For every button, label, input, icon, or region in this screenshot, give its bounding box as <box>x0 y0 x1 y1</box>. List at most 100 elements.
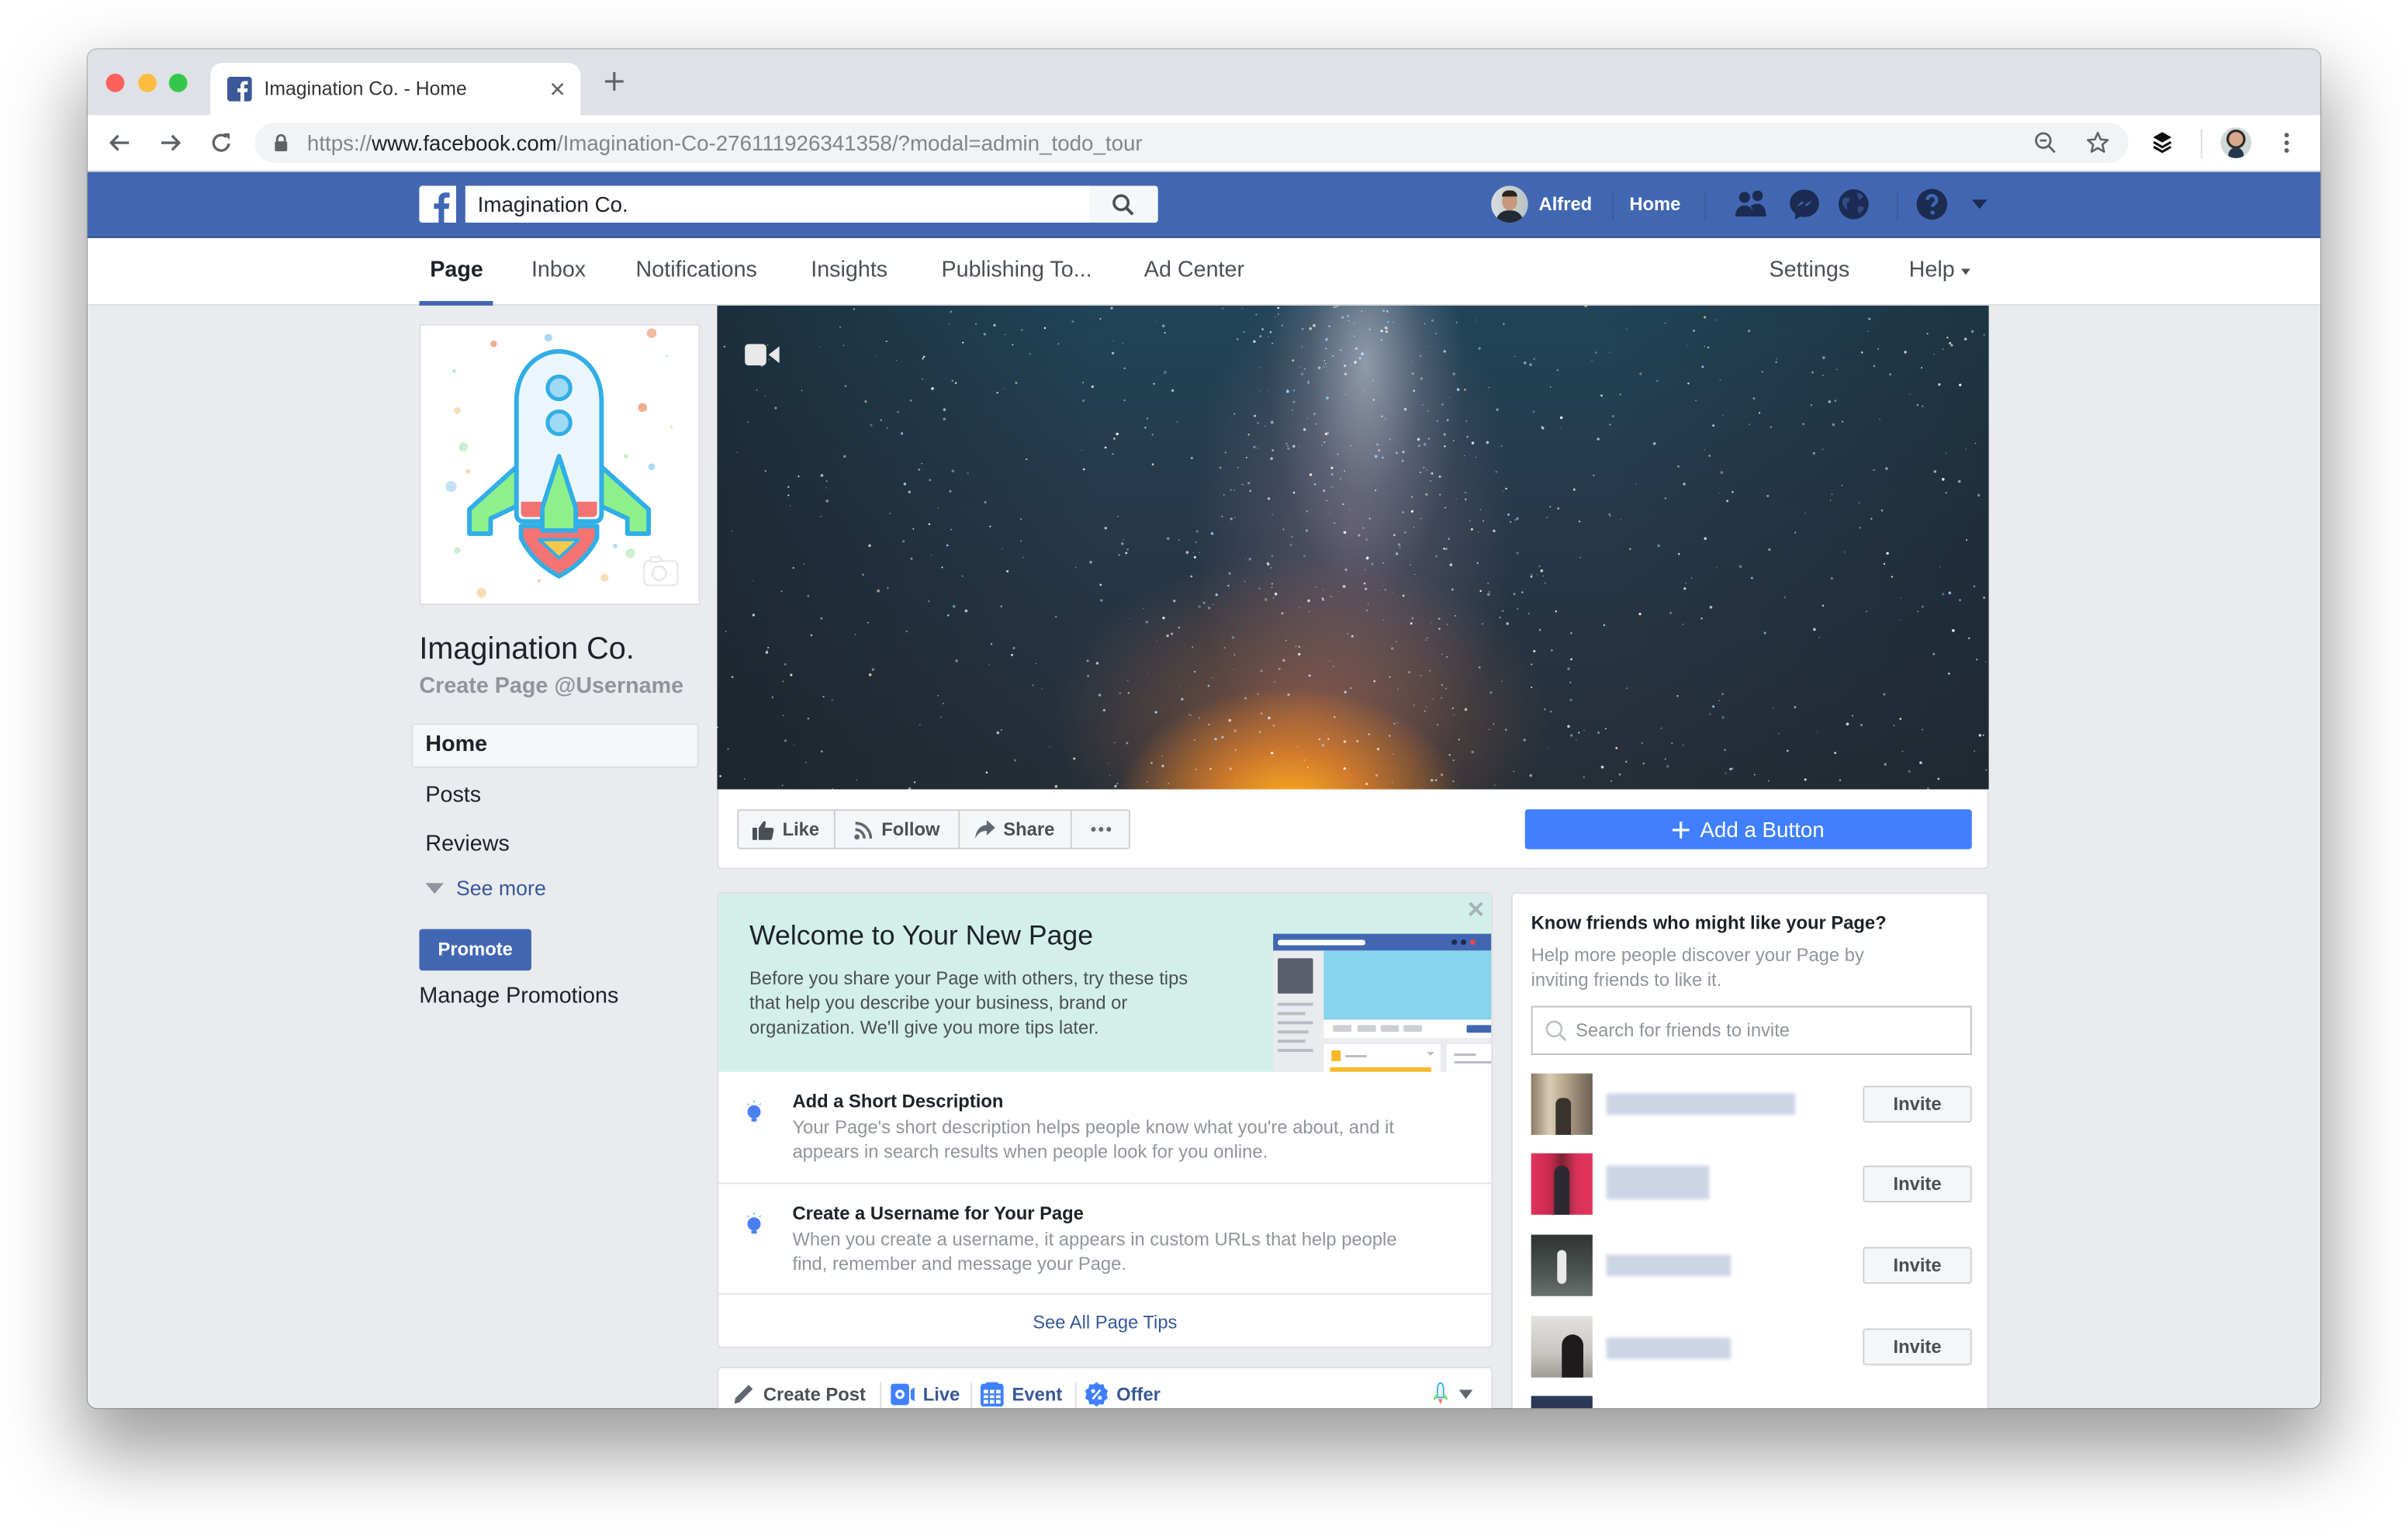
invite-button[interactable]: Invite <box>1863 1085 1972 1123</box>
star <box>1440 773 1444 777</box>
star <box>1270 457 1273 460</box>
event-button[interactable]: Event <box>980 1368 1062 1408</box>
page-identity-caret-icon[interactable] <box>1458 1389 1473 1399</box>
share-button[interactable]: Share <box>960 811 1072 848</box>
back-icon[interactable] <box>108 130 133 155</box>
promote-button[interactable]: Promote <box>419 929 531 971</box>
search-button[interactable] <box>1088 185 1158 223</box>
home-link[interactable]: Home <box>1629 172 1680 237</box>
forward-icon[interactable] <box>158 130 183 155</box>
friend-avatar[interactable] <box>1531 1153 1593 1215</box>
friend-search-input[interactable] <box>1576 1007 1960 1053</box>
friend-avatar[interactable] <box>1531 1073 1593 1135</box>
friend-avatar[interactable] <box>1531 1396 1593 1409</box>
like-button[interactable]: Like <box>739 811 836 848</box>
page-identity-rocket-icon[interactable] <box>1431 1382 1450 1407</box>
user-profile-link[interactable]: Alfred <box>1539 172 1593 237</box>
new-tab-icon[interactable] <box>604 71 625 92</box>
account-caret-icon[interactable] <box>1970 198 1989 210</box>
star <box>854 634 856 635</box>
help-icon[interactable] <box>1914 186 1951 223</box>
profile-avatar[interactable] <box>2220 127 2252 158</box>
invite-button[interactable]: Invite <box>1863 1328 1972 1365</box>
tip-short-description[interactable]: Add a Short Description Your Page's shor… <box>718 1072 1491 1183</box>
offer-button[interactable]: Offer <box>1085 1368 1161 1408</box>
camera-icon[interactable] <box>643 556 679 586</box>
sidebar-item-posts[interactable]: Posts <box>425 779 481 813</box>
tab-inbox[interactable]: Inbox <box>531 238 586 303</box>
star <box>1343 740 1347 743</box>
tip-create-username[interactable]: Create a Username for Your Page When you… <box>718 1182 1492 1293</box>
user-avatar[interactable] <box>1491 185 1528 223</box>
see-more-link[interactable]: See more <box>456 874 546 905</box>
close-window-button[interactable] <box>106 74 125 92</box>
buffer-layers-icon[interactable] <box>2150 130 2174 155</box>
star <box>1025 458 1028 461</box>
maximize-window-button[interactable] <box>168 74 188 92</box>
sidebar-item-home[interactable]: Home <box>411 723 699 768</box>
star <box>1533 649 1536 652</box>
notifications-globe-icon[interactable] <box>1835 186 1873 223</box>
star <box>1638 612 1642 616</box>
star <box>1230 489 1232 491</box>
follow-button[interactable]: Follow <box>836 811 960 848</box>
create-post-button[interactable]: Create Post <box>732 1368 866 1408</box>
url-text[interactable]: https://www.facebook.com/Imagination-Co-… <box>307 123 1143 162</box>
friend-requests-icon[interactable] <box>1732 186 1770 223</box>
tab-publishing-tools[interactable]: Publishing To... <box>941 238 1092 303</box>
star <box>1330 486 1332 488</box>
star <box>1020 540 1022 542</box>
star <box>1456 388 1460 392</box>
tab-help[interactable]: Help <box>1909 238 1970 303</box>
browser-tab-active[interactable]: Imagination Co. - Home <box>210 63 581 116</box>
reload-icon[interactable] <box>209 130 234 155</box>
see-all-page-tips-link[interactable]: See All Page Tips <box>718 1292 1492 1347</box>
manage-promotions-link[interactable]: Manage Promotions <box>419 980 618 1014</box>
star <box>1099 318 1102 320</box>
profile-picture[interactable] <box>419 323 701 605</box>
star <box>1870 517 1873 520</box>
more-options-button[interactable] <box>1072 811 1129 848</box>
create-username-link[interactable]: Create Page @Username <box>419 671 683 702</box>
live-button[interactable]: Live <box>891 1368 960 1408</box>
tab-insights[interactable]: Insights <box>811 238 887 303</box>
facebook-logo-icon[interactable] <box>419 185 456 223</box>
star <box>1469 520 1472 522</box>
close-welcome-icon[interactable] <box>1467 900 1486 918</box>
video-cover-icon[interactable] <box>745 344 780 366</box>
star <box>1215 593 1218 597</box>
star <box>1570 734 1573 737</box>
help-caret-icon <box>1960 268 1970 275</box>
star <box>1458 739 1460 741</box>
menu-kebab-icon[interactable] <box>2275 130 2299 155</box>
star <box>1120 541 1124 545</box>
star <box>1354 347 1358 351</box>
star <box>1787 749 1789 752</box>
star <box>1335 305 1339 308</box>
star <box>951 469 955 472</box>
friend-avatar[interactable] <box>1531 1316 1593 1378</box>
star <box>1425 706 1427 707</box>
minimize-window-button[interactable] <box>138 74 157 92</box>
tab-notifications[interactable]: Notifications <box>636 238 757 303</box>
facebook-search-input[interactable] <box>465 185 1074 223</box>
tab-ad-center[interactable]: Ad Center <box>1144 238 1244 303</box>
bookmark-star-icon[interactable] <box>2085 130 2110 155</box>
tab-page[interactable]: Page <box>430 238 483 303</box>
address-bar[interactable]: https://www.facebook.com/Imagination-Co-… <box>254 123 2129 163</box>
star <box>1547 747 1548 749</box>
invite-button[interactable]: Invite <box>1863 1165 1972 1203</box>
zoom-out-icon[interactable] <box>2033 130 2058 155</box>
add-a-button-button[interactable]: Add a Button <box>1524 809 1972 849</box>
star <box>774 406 777 410</box>
sidebar-item-reviews[interactable]: Reviews <box>425 828 509 862</box>
invite-button[interactable]: Invite <box>1863 1247 1972 1284</box>
star <box>1414 573 1416 575</box>
star <box>1292 359 1295 362</box>
close-tab-icon[interactable] <box>548 80 567 99</box>
messenger-icon[interactable] <box>1786 186 1823 223</box>
star <box>1709 605 1713 609</box>
cover-photo[interactable] <box>717 305 1989 790</box>
friend-avatar[interactable] <box>1531 1234 1593 1296</box>
tab-settings[interactable]: Settings <box>1769 238 1849 303</box>
